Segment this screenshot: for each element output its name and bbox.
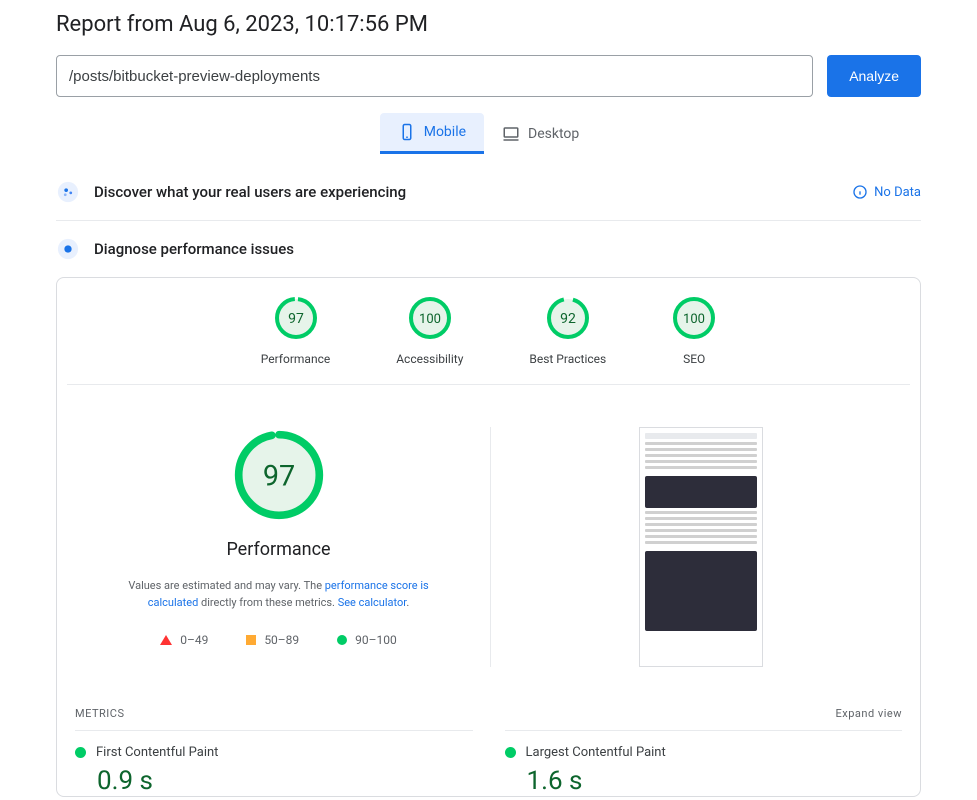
gauge-performance-label: Performance [261, 352, 330, 366]
page-preview [639, 427, 763, 667]
svg-text:100: 100 [419, 312, 441, 327]
gauge-accessibility-ring: 100 [408, 296, 452, 340]
url-row: Analyze [56, 55, 921, 97]
discover-title: Discover what your real users are experi… [94, 183, 838, 201]
gauge-performance-ring: 97 [274, 296, 318, 340]
status-dot-icon [75, 747, 86, 758]
gauge-performance[interactable]: 97 Performance [261, 296, 330, 366]
diagnose-section: Diagnose performance issues [56, 221, 921, 277]
diagnose-icon [56, 237, 80, 261]
metric-fcp-label: First Contentful Paint [96, 745, 218, 760]
no-data-label: No Data [874, 185, 921, 200]
desktop-icon [502, 125, 520, 143]
legend-avg-label: 50–89 [264, 633, 299, 647]
metric-lcp-label: Largest Contentful Paint [526, 745, 666, 760]
tab-mobile-label: Mobile [424, 124, 466, 140]
legend-avg: 50–89 [246, 633, 299, 647]
no-data-link[interactable]: No Data [852, 184, 921, 200]
page-title: Report from Aug 6, 2023, 10:17:56 PM [56, 12, 921, 37]
svg-text:97: 97 [262, 460, 294, 494]
big-gauge: 97 [231, 427, 327, 523]
diagnose-title: Diagnose performance issues [94, 240, 921, 258]
legend-fail: 0–49 [160, 633, 208, 647]
perf-label: Performance [226, 539, 330, 560]
gauge-bp-label: Best Practices [529, 352, 606, 366]
legend-pass: 90–100 [337, 633, 397, 647]
tab-desktop[interactable]: Desktop [484, 113, 597, 154]
svg-text:97: 97 [288, 311, 304, 327]
svg-text:92: 92 [560, 311, 576, 327]
perf-block: 97 Performance Values are estimated and … [67, 427, 491, 667]
device-tabs: Mobile Desktop [56, 113, 921, 154]
metric-lcp-value: 1.6 s [527, 766, 903, 796]
legend-fail-label: 0–49 [180, 633, 208, 647]
gauge-row: 97 Performance 100 Accessibility 92 Best… [67, 296, 910, 385]
perf-desc-suffix: . [406, 596, 409, 609]
tab-mobile[interactable]: Mobile [380, 113, 484, 154]
report-card: 97 Performance 100 Accessibility 92 Best… [56, 277, 921, 797]
preview-block [491, 427, 910, 667]
gauge-best-practices[interactable]: 92 Best Practices [529, 296, 606, 366]
circle-icon [337, 635, 347, 645]
gauge-seo-label: SEO [683, 352, 705, 366]
gauge-seo-ring: 100 [672, 296, 716, 340]
see-calculator-link[interactable]: See calculator [338, 596, 407, 609]
gauge-accessibility[interactable]: 100 Accessibility [396, 296, 463, 366]
metrics-grid: First Contentful Paint 0.9 s Largest Con… [57, 730, 920, 796]
metrics-heading: METRICS [75, 707, 125, 720]
url-input[interactable] [56, 55, 813, 97]
metric-fcp: First Contentful Paint 0.9 s [75, 730, 473, 796]
metric-fcp-value: 0.9 s [97, 766, 473, 796]
perf-desc: Values are estimated and may vary. The p… [104, 578, 454, 611]
square-icon [246, 635, 256, 645]
perf-desc-text1: Values are estimated and may vary. The [128, 579, 324, 592]
expand-view-link[interactable]: Expand view [836, 707, 902, 720]
gauge-accessibility-label: Accessibility [396, 352, 463, 366]
status-dot-icon [505, 747, 516, 758]
perf-detail-row: 97 Performance Values are estimated and … [57, 385, 920, 693]
users-icon [56, 180, 80, 204]
triangle-icon [160, 635, 172, 645]
tab-desktop-label: Desktop [528, 126, 579, 142]
metrics-header: METRICS Expand view [57, 693, 920, 730]
perf-desc-text2: directly from these metrics. [198, 596, 337, 609]
gauge-seo[interactable]: 100 SEO [672, 296, 716, 366]
svg-text:100: 100 [683, 312, 705, 327]
legend-pass-label: 90–100 [355, 633, 397, 647]
discover-section: Discover what your real users are experi… [56, 164, 921, 221]
metric-lcp: Largest Contentful Paint 1.6 s [505, 730, 903, 796]
analyze-button[interactable]: Analyze [827, 55, 921, 97]
score-legend: 0–49 50–89 90–100 [160, 633, 397, 647]
info-icon [852, 184, 868, 200]
mobile-icon [398, 123, 416, 141]
gauge-bp-ring: 92 [546, 296, 590, 340]
